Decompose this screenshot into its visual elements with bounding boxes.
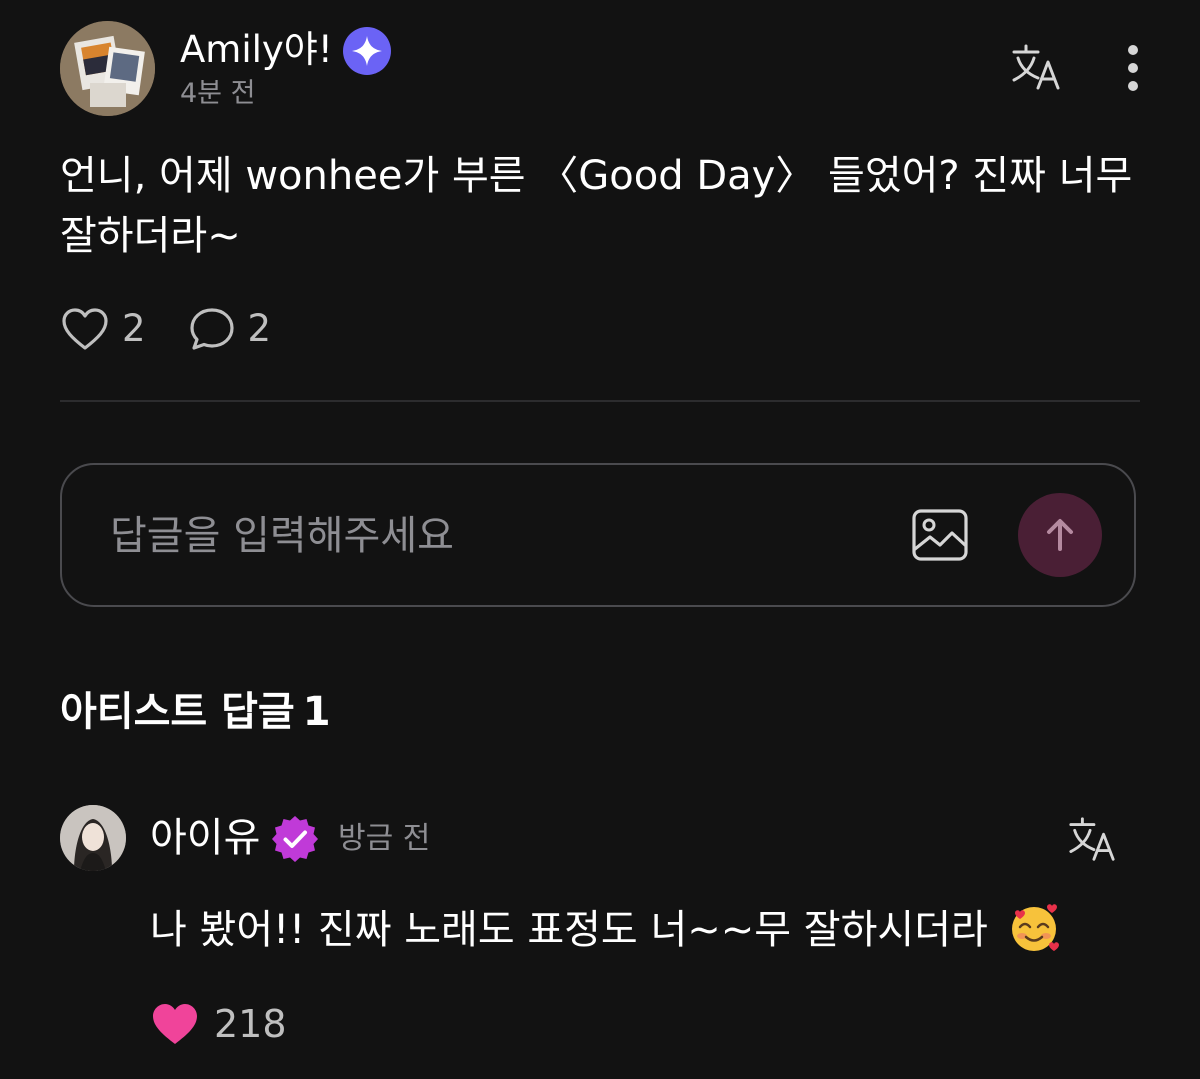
artist-reply-message: 나 봤어!! 진짜 노래도 표정도 너~~무 잘하시더라 [150,907,988,953]
smiling-face-with-hearts-icon [1011,904,1059,951]
post-reactions: 2 2 [60,306,313,352]
post-timestamp: 4분 전 [180,78,256,109]
artist-replies-heading: 아티스트 답글 1 [60,686,339,738]
arrow-up-icon [1047,519,1073,551]
artist-replies-title: 아티스트 답글 [60,689,295,735]
divider [60,400,1140,402]
artist-like-button[interactable]: 218 [150,998,287,1050]
translate-icon[interactable] [1064,815,1120,865]
more-options-icon[interactable] [1120,42,1146,94]
post-body-text: 언니, 어제 wonhee가 부른 〈Good Day〉 들었어? 진짜 너무 … [60,153,1133,259]
like-button[interactable]: 2 [60,306,146,352]
heart-filled-icon [153,1004,197,1044]
post-author-avatar[interactable] [60,21,155,116]
artist-replies-count: 1 [302,689,331,735]
like-count: 2 [122,307,146,350]
artist-photo-image [60,805,126,871]
artist-like-count: 218 [214,1002,287,1046]
translate-icon[interactable] [1008,42,1064,94]
post-author-name[interactable]: Amily야! [180,28,333,72]
comment-button[interactable]: 2 [188,306,272,352]
artist-name[interactable]: 아이유 [150,814,260,862]
heart-outline-icon [62,308,108,350]
comment-bubble-icon [189,308,234,350]
send-button[interactable] [1018,493,1102,577]
avatar-photo-image [60,21,155,116]
reply-input[interactable]: 답글을 입력해주세요 [110,512,454,560]
image-attach-icon[interactable] [910,507,970,563]
comment-count: 2 [247,307,272,350]
sparkle-badge-icon [343,27,391,75]
artist-reply-timestamp: 방금 전 [338,821,431,856]
artist-avatar[interactable] [60,805,126,871]
artist-reply-text: 나 봤어!! 진짜 노래도 표정도 너~~무 잘하시더라 [150,902,1150,959]
artist-verified-badge-icon [272,816,318,862]
